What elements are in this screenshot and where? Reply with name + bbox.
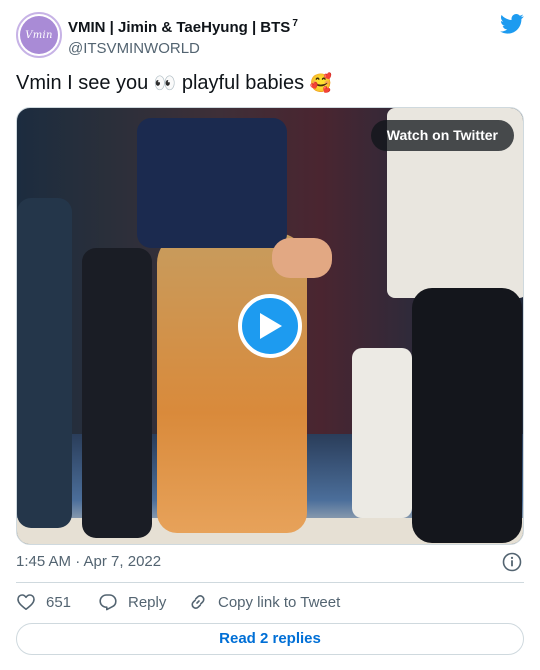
read-replies-button[interactable]: Read 2 replies [16,623,524,655]
reply-icon [99,594,117,611]
video-figure [352,348,412,518]
video-figure [272,238,332,278]
author-handle[interactable]: @ITSVMINWORLD [68,39,298,59]
divider [16,582,524,583]
avatar[interactable]: Vmin [16,12,62,58]
tweet-text: Vmin I see you 👀 playful babies 🥰 [16,70,332,96]
avatar-logo: Vmin [20,16,58,54]
author-name-text: VMIN | Jimin & TaeHyung | BTS [68,19,291,36]
link-icon [191,595,205,609]
play-icon [260,313,282,339]
author-display-name[interactable]: VMIN | Jimin & TaeHyung | BTS 7 [68,14,298,38]
author-info[interactable]: VMIN | Jimin & TaeHyung | BTS 7 @ITSVMINW… [68,14,298,59]
like-count: 651 [46,593,72,611]
tweet-text-part1: Vmin I see you [16,72,154,94]
twitter-bird-icon[interactable] [500,14,524,34]
like-button[interactable]: 651 [16,592,71,612]
play-button[interactable] [238,294,302,358]
video-figure [157,233,307,533]
reply-button[interactable]: Reply [98,592,166,612]
copy-link-button[interactable]: Copy link to Tweet [188,592,340,612]
copy-link-label: Copy link to Tweet [218,593,341,611]
video-figure [137,118,287,248]
watch-on-twitter-button[interactable]: Watch on Twitter [370,120,514,151]
video-figure [17,198,72,528]
tweet-header: Vmin VMIN | Jimin & TaeHyung | BTS 7 @ITS… [16,12,524,60]
video-thumbnail[interactable]: Watch on Twitter [16,107,524,545]
reply-label: Reply [128,593,167,611]
eyes-emoji: 👀 [153,73,177,93]
author-name-superscript: 7 [292,18,298,29]
tweet-text-part2: playful babies [176,72,310,94]
tweet-timestamp[interactable]: 1:45 AM · Apr 7, 2022 [16,552,161,572]
tweet-card: Vmin VMIN | Jimin & TaeHyung | BTS 7 @ITS… [0,0,540,670]
heart-icon [17,594,35,610]
video-figure [412,288,522,543]
video-figure [82,248,152,538]
action-bar: 651 Reply Copy link to Tweet [16,592,524,612]
smiling-hearts-emoji: 🥰 [309,73,333,93]
info-icon[interactable] [502,552,522,572]
